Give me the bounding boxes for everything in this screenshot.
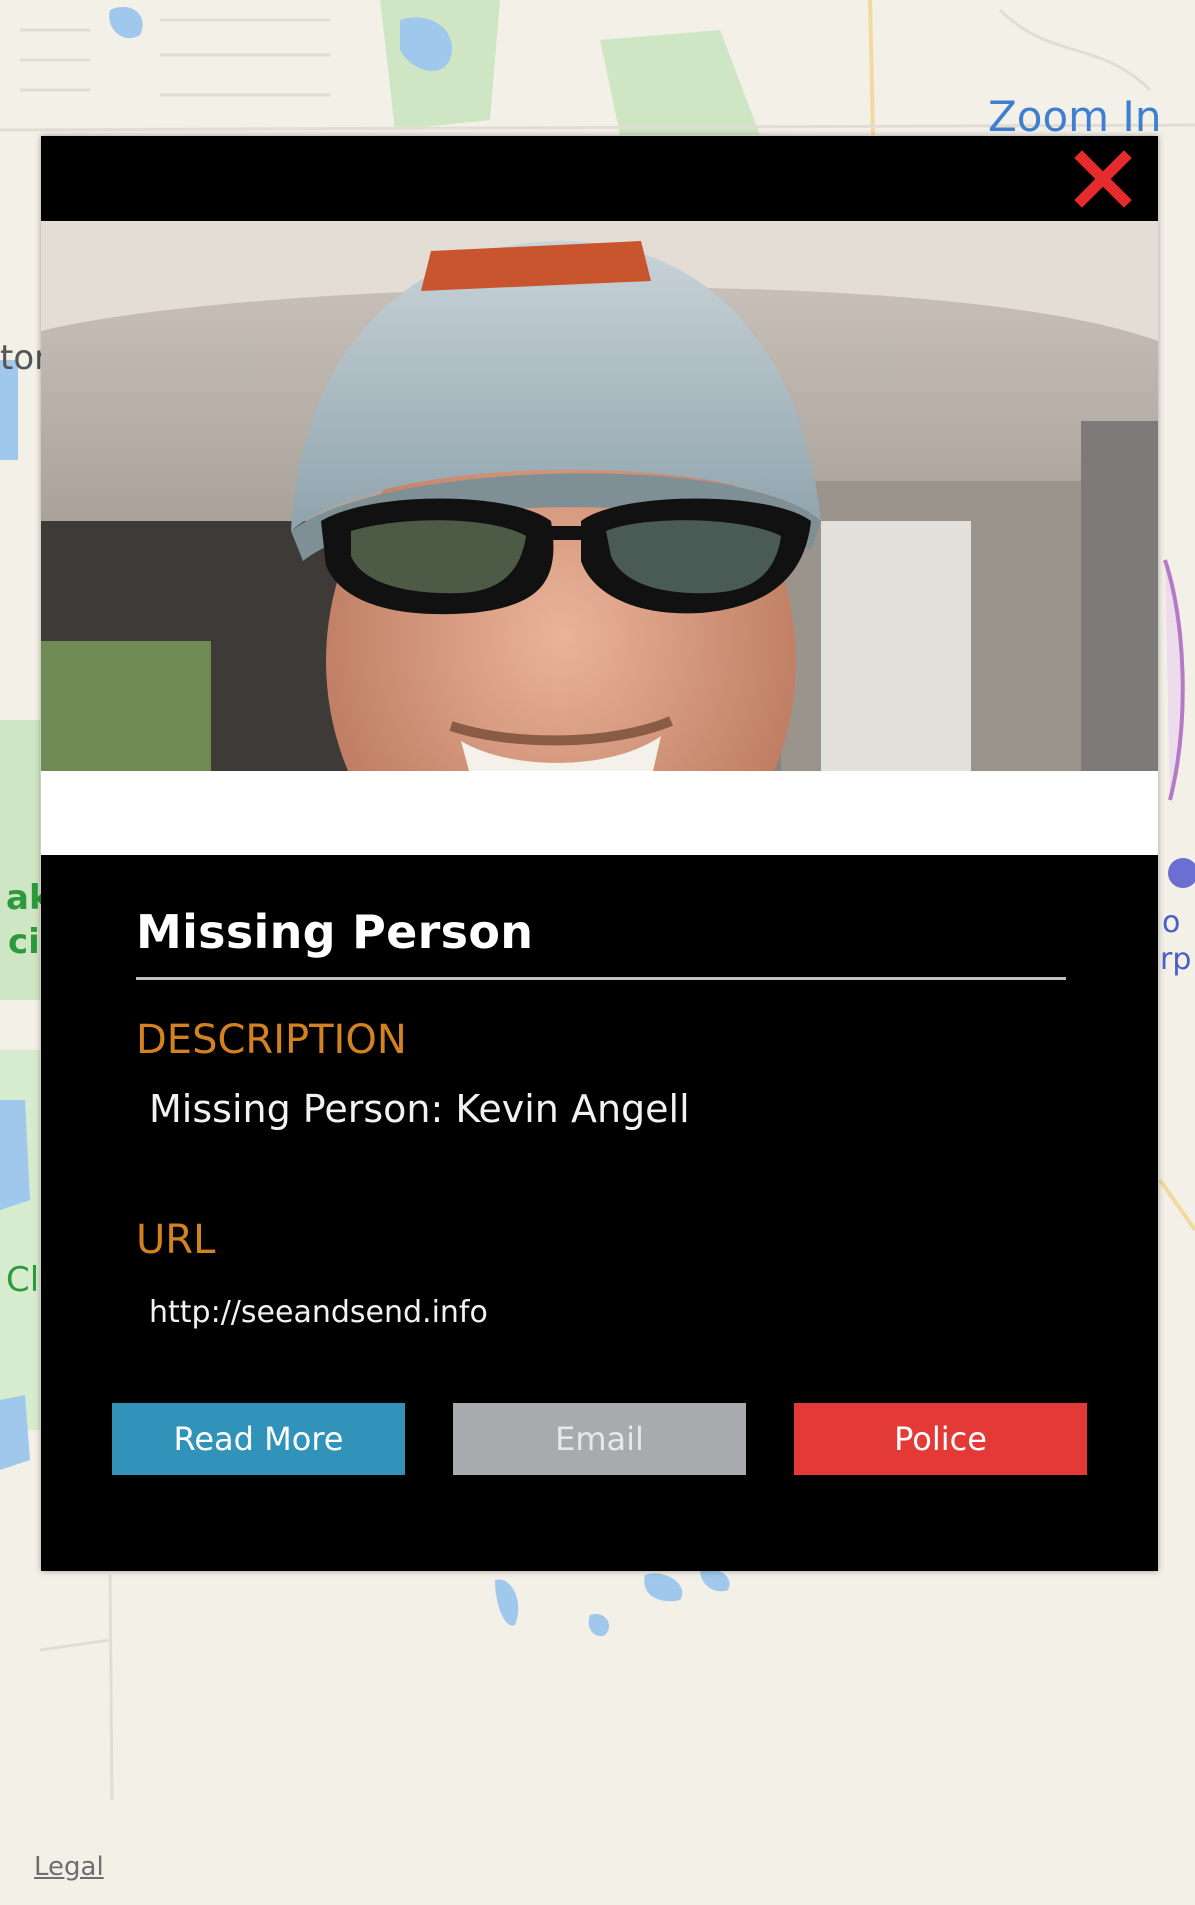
zoom-in-button[interactable]: Zoom In — [988, 92, 1161, 141]
description-label: DESCRIPTION — [136, 1017, 407, 1063]
description-value: Missing Person: Kevin Angell — [149, 1087, 690, 1131]
map-label: ci — [8, 922, 40, 962]
url-label: URL — [136, 1217, 216, 1263]
modal-title: Missing Person — [136, 905, 534, 959]
email-button[interactable]: Email — [453, 1403, 746, 1475]
photo-frame — [41, 221, 1158, 855]
map-label: Cl — [6, 1260, 40, 1300]
close-icon[interactable] — [1074, 150, 1132, 208]
url-value[interactable]: http://seeandsend.info — [149, 1295, 488, 1330]
map-label: o — [1162, 905, 1181, 940]
police-button[interactable]: Police — [794, 1403, 1087, 1475]
modal-header-bar — [41, 136, 1158, 221]
missing-person-modal: Missing Person DESCRIPTION Missing Perso… — [41, 136, 1158, 1571]
modal-content: Missing Person DESCRIPTION Missing Perso… — [41, 855, 1158, 1571]
read-more-button[interactable]: Read More — [112, 1403, 405, 1475]
person-photo — [41, 221, 1158, 771]
legal-link[interactable]: Legal — [34, 1852, 104, 1882]
map-label: rp — [1160, 942, 1192, 977]
title-divider — [136, 977, 1066, 980]
